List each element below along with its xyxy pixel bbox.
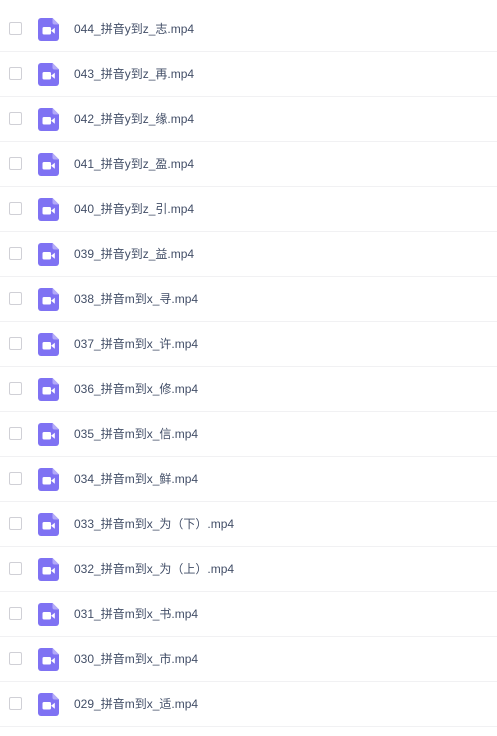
file-row[interactable]: 029_拼音m到x_适.mp4 bbox=[0, 682, 497, 727]
file-row[interactable]: 036_拼音m到x_修.mp4 bbox=[0, 367, 497, 412]
file-name[interactable]: 032_拼音m到x_为（上）.mp4 bbox=[74, 561, 234, 577]
row-checkbox[interactable] bbox=[9, 292, 22, 305]
row-checkbox[interactable] bbox=[9, 697, 22, 710]
row-checkbox[interactable] bbox=[9, 67, 22, 80]
row-checkbox[interactable] bbox=[9, 427, 22, 440]
video-file-icon bbox=[38, 423, 59, 446]
video-file-icon bbox=[38, 648, 59, 671]
file-name[interactable]: 037_拼音m到x_许.mp4 bbox=[74, 336, 198, 352]
row-checkbox[interactable] bbox=[9, 112, 22, 125]
file-list: 044_拼音y到z_志.mp4 043_拼音y到z_再.mp4 042_拼音y到… bbox=[0, 7, 497, 727]
video-file-icon bbox=[38, 378, 59, 401]
file-row[interactable]: 033_拼音m到x_为（下）.mp4 bbox=[0, 502, 497, 547]
file-row[interactable]: 044_拼音y到z_志.mp4 bbox=[0, 7, 497, 52]
row-checkbox[interactable] bbox=[9, 652, 22, 665]
file-name[interactable]: 042_拼音y到z_缘.mp4 bbox=[74, 111, 194, 127]
file-name[interactable]: 033_拼音m到x_为（下）.mp4 bbox=[74, 516, 234, 532]
file-row[interactable]: 039_拼音y到z_益.mp4 bbox=[0, 232, 497, 277]
row-checkbox[interactable] bbox=[9, 607, 22, 620]
video-file-icon bbox=[38, 558, 59, 581]
file-row[interactable]: 043_拼音y到z_再.mp4 bbox=[0, 52, 497, 97]
file-name[interactable]: 030_拼音m到x_市.mp4 bbox=[74, 651, 198, 667]
file-name[interactable]: 043_拼音y到z_再.mp4 bbox=[74, 66, 194, 82]
file-name[interactable]: 034_拼音m到x_鲜.mp4 bbox=[74, 471, 198, 487]
video-file-icon bbox=[38, 333, 59, 356]
file-row[interactable]: 032_拼音m到x_为（上）.mp4 bbox=[0, 547, 497, 592]
video-file-icon bbox=[38, 288, 59, 311]
file-name[interactable]: 035_拼音m到x_信.mp4 bbox=[74, 426, 198, 442]
file-name[interactable]: 041_拼音y到z_盈.mp4 bbox=[74, 156, 194, 172]
row-checkbox[interactable] bbox=[9, 517, 22, 530]
row-checkbox[interactable] bbox=[9, 382, 22, 395]
file-name[interactable]: 039_拼音y到z_益.mp4 bbox=[74, 246, 194, 262]
video-file-icon bbox=[38, 243, 59, 266]
video-file-icon bbox=[38, 693, 59, 716]
file-name[interactable]: 038_拼音m到x_寻.mp4 bbox=[74, 291, 198, 307]
file-row[interactable]: 034_拼音m到x_鲜.mp4 bbox=[0, 457, 497, 502]
file-row[interactable]: 031_拼音m到x_书.mp4 bbox=[0, 592, 497, 637]
file-name[interactable]: 036_拼音m到x_修.mp4 bbox=[74, 381, 198, 397]
file-name[interactable]: 031_拼音m到x_书.mp4 bbox=[74, 606, 198, 622]
file-row[interactable]: 038_拼音m到x_寻.mp4 bbox=[0, 277, 497, 322]
video-file-icon bbox=[38, 18, 59, 41]
row-checkbox[interactable] bbox=[9, 247, 22, 260]
row-checkbox[interactable] bbox=[9, 472, 22, 485]
file-row[interactable]: 040_拼音y到z_引.mp4 bbox=[0, 187, 497, 232]
file-row[interactable]: 042_拼音y到z_缘.mp4 bbox=[0, 97, 497, 142]
file-name[interactable]: 029_拼音m到x_适.mp4 bbox=[74, 696, 198, 712]
file-name[interactable]: 044_拼音y到z_志.mp4 bbox=[74, 21, 194, 37]
row-checkbox[interactable] bbox=[9, 202, 22, 215]
row-checkbox[interactable] bbox=[9, 157, 22, 170]
row-checkbox[interactable] bbox=[9, 562, 22, 575]
video-file-icon bbox=[38, 603, 59, 626]
file-row[interactable]: 035_拼音m到x_信.mp4 bbox=[0, 412, 497, 457]
video-file-icon bbox=[38, 513, 59, 536]
row-checkbox[interactable] bbox=[9, 337, 22, 350]
video-file-icon bbox=[38, 108, 59, 131]
video-file-icon bbox=[38, 198, 59, 221]
row-checkbox[interactable] bbox=[9, 22, 22, 35]
file-row[interactable]: 037_拼音m到x_许.mp4 bbox=[0, 322, 497, 367]
video-file-icon bbox=[38, 153, 59, 176]
video-file-icon bbox=[38, 63, 59, 86]
file-row[interactable]: 041_拼音y到z_盈.mp4 bbox=[0, 142, 497, 187]
video-file-icon bbox=[38, 468, 59, 491]
file-row[interactable]: 030_拼音m到x_市.mp4 bbox=[0, 637, 497, 682]
file-name[interactable]: 040_拼音y到z_引.mp4 bbox=[74, 201, 194, 217]
